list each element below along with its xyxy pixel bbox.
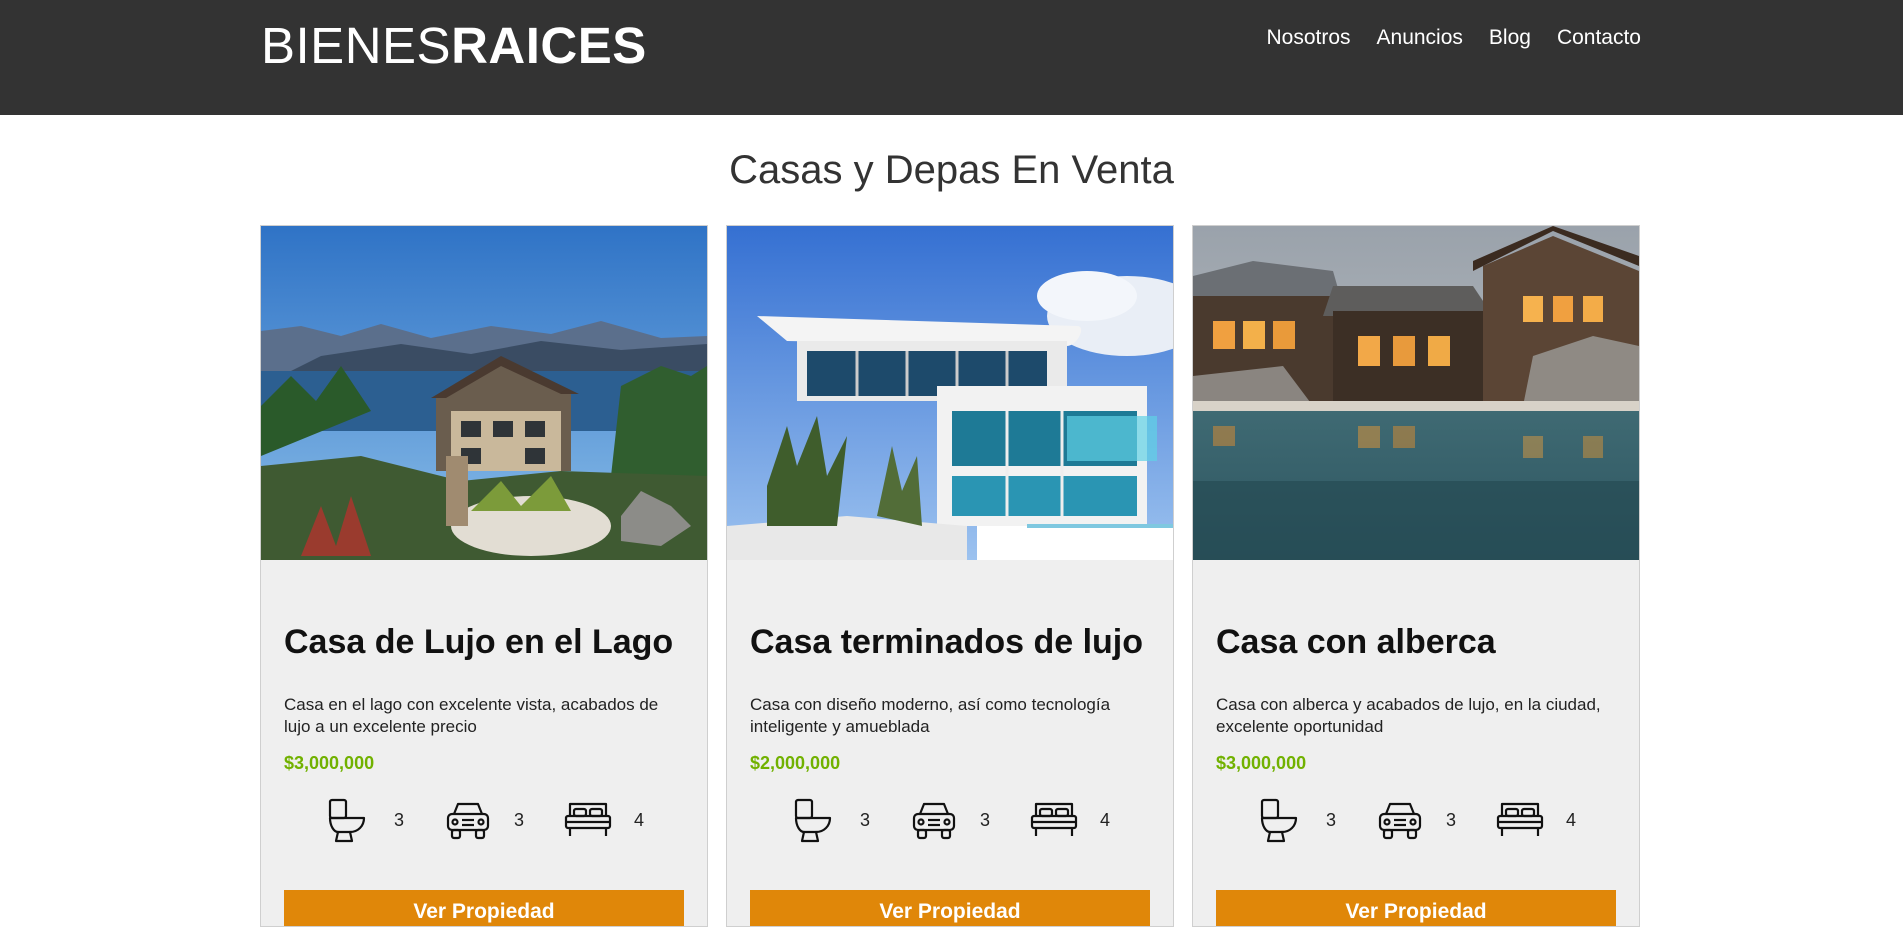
listing-price: $3,000,000 xyxy=(284,753,375,773)
car-icon xyxy=(446,802,490,840)
bedrooms-count: 4 xyxy=(1100,809,1111,830)
site-header: BIENESRAICES Nosotros Anuncios Blog Cont… xyxy=(0,0,1903,115)
feature-parking: 3 xyxy=(444,796,524,844)
listing-price: $2,000,000 xyxy=(750,753,841,773)
nav-link-nosotros[interactable]: Nosotros xyxy=(1266,24,1350,52)
view-property-button[interactable]: Ver Propiedad xyxy=(284,890,684,926)
parking-count: 3 xyxy=(1445,809,1456,830)
feature-parking: 3 xyxy=(1376,796,1456,844)
feature-bathrooms: 3 xyxy=(790,796,870,844)
section-title: Casas y Depas En Venta xyxy=(729,148,1174,192)
bathrooms-count: 3 xyxy=(859,809,870,830)
listing-title: Casa de Lujo en el Lago xyxy=(284,623,674,661)
listing-card: Casa de Lujo en el Lago Casa en el lago … xyxy=(260,225,708,927)
nav-link-anuncios[interactable]: Anuncios xyxy=(1377,24,1463,52)
bathrooms-count: 3 xyxy=(393,809,404,830)
bedrooms-count: 4 xyxy=(1566,809,1577,830)
bed-icon xyxy=(1030,802,1078,836)
listings-grid: Casa de Lujo en el Lago Casa en el lago … xyxy=(260,225,1640,927)
toilet-icon xyxy=(1260,798,1298,843)
toilet-icon xyxy=(794,798,832,843)
listing-card: Casa con alberca Casa con alberca y acab… xyxy=(1192,225,1640,927)
listing-features: 3 3 4 xyxy=(284,795,684,845)
view-property-button[interactable]: Ver Propiedad xyxy=(750,890,1150,926)
feature-bathrooms: 3 xyxy=(1256,796,1336,844)
feature-bedrooms: 4 xyxy=(564,796,644,844)
listing-image-pool-house xyxy=(1193,226,1639,560)
car-icon xyxy=(1378,802,1422,840)
car-icon xyxy=(912,802,956,840)
logo-bold-text: RAICES xyxy=(451,17,647,74)
listing-image-lake-house xyxy=(261,226,707,560)
listing-image-modern-house xyxy=(727,226,1173,560)
site-logo[interactable]: BIENESRAICES xyxy=(261,16,647,76)
bed-icon xyxy=(564,802,612,836)
listing-features: 3 3 4 xyxy=(750,795,1150,845)
bedrooms-count: 4 xyxy=(634,809,645,830)
nav-link-contacto[interactable]: Contacto xyxy=(1557,24,1641,52)
parking-count: 3 xyxy=(979,809,990,830)
feature-parking: 3 xyxy=(910,796,990,844)
main-nav: Nosotros Anuncios Blog Contacto xyxy=(1266,24,1641,52)
bed-icon xyxy=(1496,802,1544,836)
listing-card: Casa terminados de lujo Casa con diseño … xyxy=(726,225,1174,927)
parking-count: 3 xyxy=(513,809,524,830)
feature-bedrooms: 4 xyxy=(1496,796,1576,844)
listing-description: Casa en el lago con excelente vista, aca… xyxy=(284,695,659,736)
feature-bedrooms: 4 xyxy=(1030,796,1110,844)
listing-description: Casa con diseño moderno, así como tecnol… xyxy=(750,695,1111,736)
logo-thin-text: BIENES xyxy=(261,17,452,74)
toilet-icon xyxy=(328,798,366,843)
listing-price: $3,000,000 xyxy=(1216,753,1307,773)
listing-features: 3 3 4 xyxy=(1216,795,1616,845)
feature-bathrooms: 3 xyxy=(324,796,404,844)
bathrooms-count: 3 xyxy=(1325,809,1336,830)
listing-title: Casa con alberca xyxy=(1216,623,1496,661)
view-property-button[interactable]: Ver Propiedad xyxy=(1216,890,1616,926)
listing-description: Casa con alberca y acabados de lujo, en … xyxy=(1216,695,1601,736)
nav-link-blog[interactable]: Blog xyxy=(1489,24,1531,52)
listing-title: Casa terminados de lujo xyxy=(750,623,1143,661)
